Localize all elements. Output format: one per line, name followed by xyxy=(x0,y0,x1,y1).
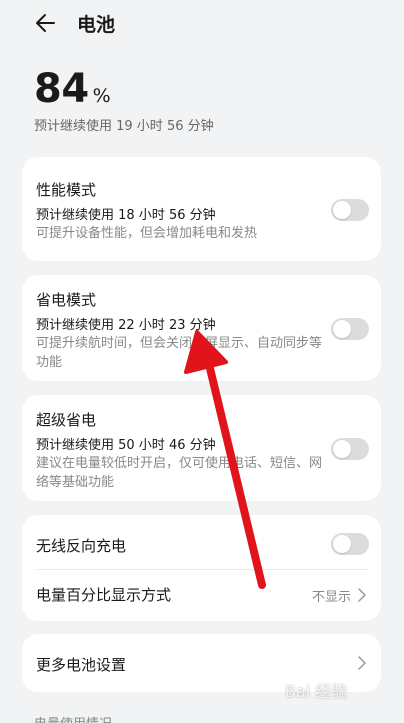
performance-mode-title: 性能模式 xyxy=(36,181,97,199)
back-arrow-icon[interactable] xyxy=(34,11,58,35)
performance-mode-toggle[interactable] xyxy=(331,199,369,221)
performance-mode-estimate: 预计继续使用 18 小时 56 分钟 xyxy=(36,208,216,223)
battery-percent-value: 84 xyxy=(34,66,89,112)
ultra-saving-desc: 建议在电量较低时开启，仅可使用电话、短信、网络等基础功能 xyxy=(36,456,323,490)
percentage-display-label: 电量百分比显示方式 xyxy=(36,586,172,604)
battery-level: 84 % xyxy=(34,66,111,112)
chevron-right-icon xyxy=(358,656,366,670)
performance-mode-card[interactable]: 性能模式 预计继续使用 18 小时 56 分钟 可提升设备性能，但会增加耗电和发… xyxy=(22,157,381,261)
battery-percent-unit: % xyxy=(92,85,111,107)
performance-mode-desc: 可提升设备性能，但会增加耗电和发热 xyxy=(36,226,258,241)
chevron-right-icon xyxy=(358,588,366,602)
power-saving-desc: 可提升续航时间，但会关闭熄屏显示、自动同步等功能 xyxy=(36,336,323,370)
percentage-display-row[interactable]: 电量百分比显示方式 不显示 xyxy=(22,570,381,621)
wireless-reverse-charging-row[interactable]: 无线反向充电 xyxy=(22,515,381,569)
percentage-display-value: 不显示 xyxy=(311,590,351,605)
page-title: 电池 xyxy=(77,14,116,36)
ultra-saving-estimate: 预计继续使用 50 小时 46 分钟 xyxy=(36,438,216,453)
power-saving-estimate: 预计继续使用 22 小时 23 分钟 xyxy=(36,318,216,333)
ultra-saving-card[interactable]: 超级省电 预计继续使用 50 小时 46 分钟 建议在电量较低时开启，仅可使用电… xyxy=(22,395,381,501)
wireless-reverse-charging-toggle[interactable] xyxy=(331,533,369,555)
power-saving-card[interactable]: 省电模式 预计继续使用 22 小时 23 分钟 可提升续航时间，但会关闭熄屏显示… xyxy=(22,275,381,381)
ultra-saving-title: 超级省电 xyxy=(36,411,97,429)
baidu-watermark: Bai 经验 xyxy=(285,682,348,701)
battery-estimate: 预计继续使用 19 小时 56 分钟 xyxy=(34,119,214,134)
power-saving-toggle[interactable] xyxy=(331,318,369,340)
top-bar: 电池 xyxy=(0,0,404,46)
more-battery-settings-label: 更多电池设置 xyxy=(36,656,127,674)
battery-usage-section-label: 电量使用情况 xyxy=(34,713,112,723)
ultra-saving-toggle[interactable] xyxy=(331,438,369,460)
wireless-reverse-charging-label: 无线反向充电 xyxy=(36,537,127,555)
battery-settings-card: 无线反向充电 电量百分比显示方式 不显示 xyxy=(22,515,381,621)
power-saving-title: 省电模式 xyxy=(36,291,97,309)
